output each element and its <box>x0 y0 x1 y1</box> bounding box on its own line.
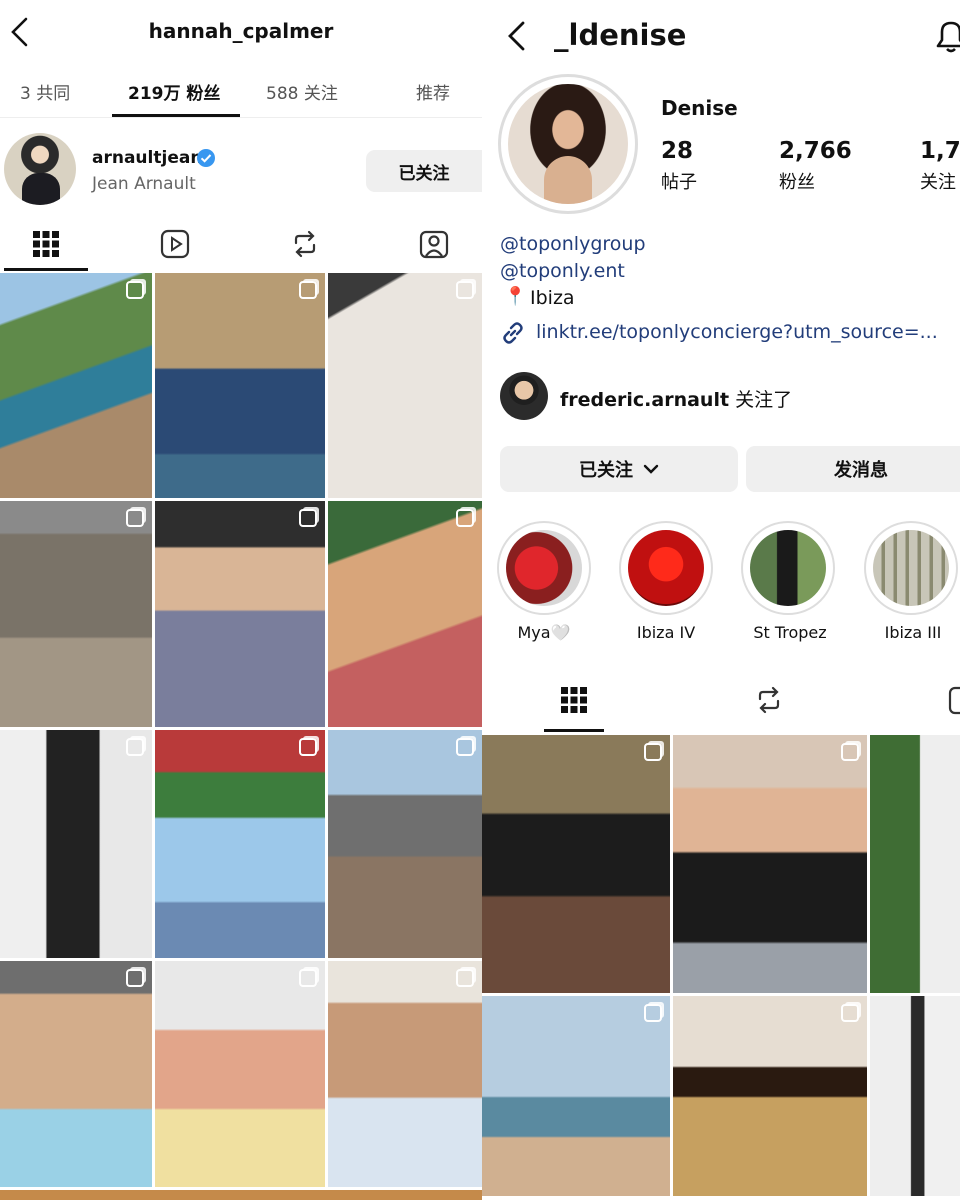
grid-photo[interactable] <box>155 730 325 958</box>
tab-suggested[interactable]: 推荐 <box>416 79 450 104</box>
grid-photo[interactable] <box>328 273 482 498</box>
grid-photo[interactable] <box>482 996 670 1196</box>
verified-badge-icon <box>196 148 216 172</box>
followed-by-suffix: 关注了 <box>729 389 793 411</box>
location-text: Ibiza <box>530 287 575 309</box>
bell-icon[interactable] <box>934 18 960 58</box>
location-pin-icon: 📍 <box>504 286 527 307</box>
grid-photo[interactable] <box>673 996 867 1196</box>
follower-name: Jean Arnault <box>92 174 196 194</box>
posts-label: 帖子 <box>661 172 697 193</box>
tagged-icon[interactable] <box>419 229 449 263</box>
message-button[interactable]: 发消息 <box>746 446 960 492</box>
highlight-cover <box>628 530 704 606</box>
highlight-circle[interactable] <box>619 521 713 615</box>
grid-photo[interactable] <box>482 735 670 993</box>
bio-link-toponlygroup[interactable]: @toponlygroup <box>500 233 646 255</box>
tab-followers[interactable]: 219万 粉丝 <box>128 79 220 104</box>
left-profile-panel: hannah_cpalmer 3 共同 219万 粉丝 588 关注 推荐 ar… <box>0 0 482 1200</box>
profile-picture-ring <box>498 74 638 214</box>
active-content-tab-indicator <box>544 729 604 732</box>
following-dropdown-button[interactable]: 已关注 <box>500 446 738 492</box>
tagged-icon[interactable] <box>948 685 960 719</box>
grid-photo[interactable] <box>155 501 325 727</box>
highlight-label: Mya🤍 <box>517 623 571 642</box>
posts-count[interactable]: 28 <box>661 138 693 164</box>
grid-photo[interactable] <box>328 730 482 958</box>
grid-photo[interactable] <box>0 961 152 1187</box>
bio-link-toponly-ent[interactable]: @toponly.ent <box>500 260 625 282</box>
page-title: hannah_cpalmer <box>148 19 334 43</box>
grid-photo[interactable] <box>155 961 325 1187</box>
grid-photo[interactable] <box>870 735 960 993</box>
back-icon[interactable] <box>506 20 528 56</box>
highlight-cover <box>506 530 582 606</box>
highlight-cover <box>873 530 949 606</box>
next-row-preview <box>0 1190 482 1200</box>
grid-photo[interactable] <box>0 273 152 498</box>
grid-photo[interactable] <box>0 730 152 958</box>
grid-photo[interactable] <box>0 501 152 727</box>
grid-photo[interactable] <box>328 961 482 1187</box>
following-count[interactable]: 1,70 <box>920 138 960 164</box>
grid-icon[interactable] <box>32 230 60 262</box>
reposts-icon[interactable] <box>754 685 784 719</box>
followed-by-handle: frederic.arnault <box>560 389 730 411</box>
grid-photo[interactable] <box>155 273 325 498</box>
follower-handle[interactable]: arnaultjean <box>92 148 202 168</box>
following-label: 关注 <box>920 172 956 193</box>
tabs-divider <box>0 117 482 118</box>
chevron-down-icon <box>643 459 659 480</box>
followed-by-text[interactable]: frederic.arnault 关注了 <box>560 385 792 412</box>
right-profile-panel: _ldenise Denise 28 帖子 2,766 粉丝 1,70 关注 @… <box>482 0 960 1200</box>
reels-icon[interactable] <box>160 229 190 263</box>
highlight-label: St Tropez <box>753 623 827 642</box>
highlight-circle[interactable] <box>864 521 958 615</box>
highlight-label: Ibiza III <box>884 623 942 642</box>
mutual-avatar[interactable] <box>500 372 548 420</box>
active-content-tab-indicator <box>4 268 88 271</box>
tab-following[interactable]: 588 关注 <box>266 79 338 104</box>
following-button[interactable]: 已关注 <box>366 150 482 192</box>
grid-photo[interactable] <box>328 501 482 727</box>
profile-picture[interactable] <box>508 84 628 204</box>
grid-photo[interactable] <box>870 996 960 1196</box>
followers-label: 粉丝 <box>779 172 815 193</box>
reposts-icon[interactable] <box>290 229 320 263</box>
link-icon <box>500 320 526 350</box>
avatar[interactable] <box>4 133 76 205</box>
grid-photo[interactable] <box>673 735 867 993</box>
display-name: Denise <box>661 96 738 120</box>
profile-username: _ldenise <box>554 18 687 52</box>
highlight-circle[interactable] <box>497 521 591 615</box>
highlight-cover <box>750 530 826 606</box>
website-link[interactable]: linktr.ee/toponlyconcierge?utm_source=..… <box>536 321 956 343</box>
following-button-label: 已关注 <box>579 460 633 481</box>
highlight-circle[interactable] <box>741 521 835 615</box>
tab-mutual[interactable]: 3 共同 <box>20 79 70 104</box>
highlight-label: Ibiza IV <box>636 623 696 642</box>
grid-icon[interactable] <box>560 686 588 718</box>
followers-count[interactable]: 2,766 <box>779 138 852 164</box>
